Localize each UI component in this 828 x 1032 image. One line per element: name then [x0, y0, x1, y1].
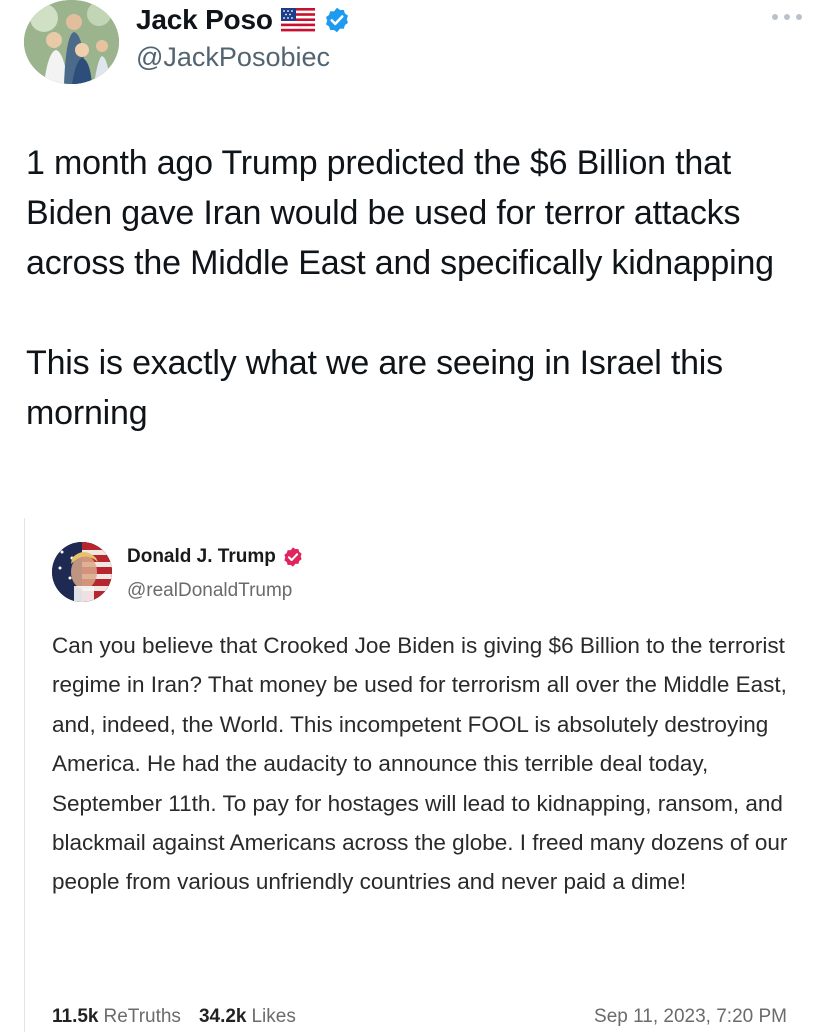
quoted-avatar[interactable]: [52, 542, 112, 602]
us-flag-icon: [280, 8, 315, 32]
tweet-text: 1 month ago Trump predicted the $6 Billi…: [26, 144, 774, 432]
verified-badge-icon[interactable]: [323, 6, 351, 34]
likes-label[interactable]: Likes: [251, 1006, 295, 1028]
retruths-label[interactable]: ReTruths: [104, 1006, 181, 1028]
quoted-name-row: Donald J. Trump: [127, 546, 304, 568]
quoted-post-text: Can you believe that Crooked Joe Biden i…: [52, 633, 788, 895]
tweet-header: Jack Poso @JackPosobiec: [0, 0, 828, 100]
quoted-avatar-photo: [52, 542, 112, 602]
avatar[interactable]: [24, 0, 119, 84]
quoted-handle[interactable]: @realDonaldTrump: [127, 580, 292, 602]
avatar-photo: [24, 0, 119, 84]
display-name[interactable]: Jack Poso: [136, 4, 273, 36]
display-name-row: Jack Poso: [136, 2, 351, 38]
quoted-post-card[interactable]: Donald J. Trump @realDonaldTrump Can you…: [24, 518, 828, 1032]
more-options-icon[interactable]: [768, 10, 806, 24]
timestamp[interactable]: Sep 11, 2023, 7:20 PM: [594, 1006, 787, 1028]
retruths-count[interactable]: 11.5k: [52, 1006, 99, 1028]
likes-count[interactable]: 34.2k: [199, 1006, 247, 1028]
quoted-display-name[interactable]: Donald J. Trump: [127, 546, 276, 568]
quoted-post-footer: 11.5k ReTruths 34.2k Likes Sep 11, 2023,…: [52, 1002, 787, 1032]
quoted-verified-badge-icon[interactable]: [282, 546, 304, 568]
handle[interactable]: @JackPosobiec: [136, 42, 330, 73]
